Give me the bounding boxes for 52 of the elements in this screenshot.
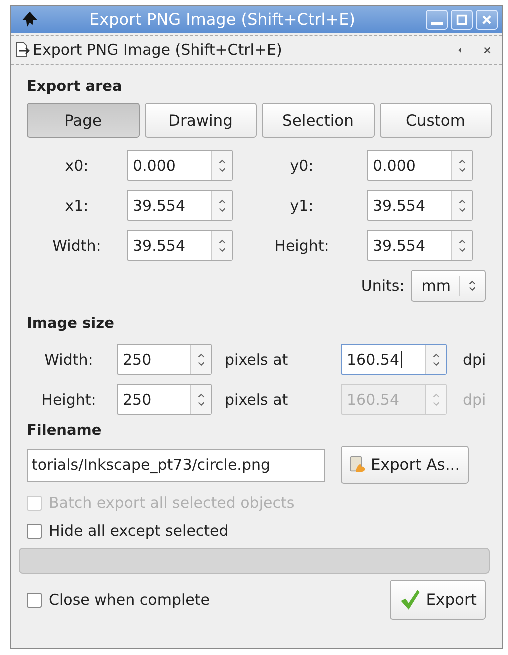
spin-field[interactable]: 39.554 — [367, 190, 473, 221]
minimize-button[interactable] — [426, 10, 448, 30]
spin-field[interactable]: 250 — [117, 344, 212, 375]
close-icon — [483, 46, 492, 54]
field-label: Width: — [52, 236, 102, 254]
units-dropdown[interactable]: mm — [410, 270, 486, 302]
app-icon — [21, 10, 39, 28]
field-label: x0: — [64, 156, 90, 174]
section-heading: Filename — [27, 423, 103, 439]
spin-field[interactable]: 39.554 — [127, 190, 233, 221]
field-label: x1: — [64, 196, 90, 214]
spin-field[interactable]: 39.554 — [367, 230, 473, 261]
spin-field[interactable]: 160.54 — [341, 344, 447, 375]
export-icon — [15, 42, 31, 58]
area-tab[interactable]: Drawing — [144, 103, 257, 138]
checkbox-label: Hide all except selected — [49, 522, 229, 540]
export-button[interactable]: Export — [390, 580, 486, 620]
unit-label: dpi — [462, 390, 488, 408]
checkmark-icon — [399, 589, 422, 611]
field-label: Width: — [44, 350, 94, 368]
checkbox-label: Close when complete — [49, 591, 210, 609]
spin-field[interactable]: 250 — [117, 384, 212, 415]
field-label: y1: — [289, 196, 315, 214]
checkbox[interactable] — [27, 524, 42, 538]
field-label: Height: — [274, 236, 330, 254]
section-heading: Image size — [27, 316, 116, 332]
spin-field[interactable]: 0.000 — [367, 150, 473, 181]
minimize-icon — [431, 22, 443, 24]
field-label: Height: — [40, 390, 98, 408]
area-tab[interactable]: Page — [27, 103, 140, 138]
field-label: pixels at — [224, 390, 290, 408]
filename-field[interactable]: torials/Inkscape_pt73/circle.png — [27, 448, 325, 482]
section-heading: Export area — [27, 79, 124, 95]
up-down-arrows-icon — [468, 279, 477, 293]
field-label: y0: — [289, 156, 315, 174]
close-button[interactable] — [476, 10, 498, 30]
checkbox[interactable] — [27, 592, 42, 608]
maximize-button[interactable] — [451, 10, 473, 30]
spin-field[interactable]: 39.554 — [127, 230, 233, 261]
unit-label: dpi — [462, 350, 488, 368]
document-icon — [350, 456, 366, 474]
area-tab[interactable]: Custom — [380, 103, 492, 138]
close-icon — [481, 14, 493, 26]
checkbox-label: Batch export all selected objects — [49, 494, 295, 512]
spin-field[interactable]: 0.000 — [127, 150, 233, 181]
area-tab[interactable]: Selection — [262, 103, 374, 138]
dock-title: Export PNG Image (Shift+Ctrl+E) — [33, 41, 284, 59]
field-label: pixels at — [224, 350, 290, 368]
units-label: Units: — [361, 277, 405, 295]
maximize-icon — [456, 14, 468, 26]
window-title: Export PNG Image (Shift+Ctrl+E) — [88, 10, 356, 29]
export-as-button[interactable]: Export As... — [341, 446, 470, 484]
